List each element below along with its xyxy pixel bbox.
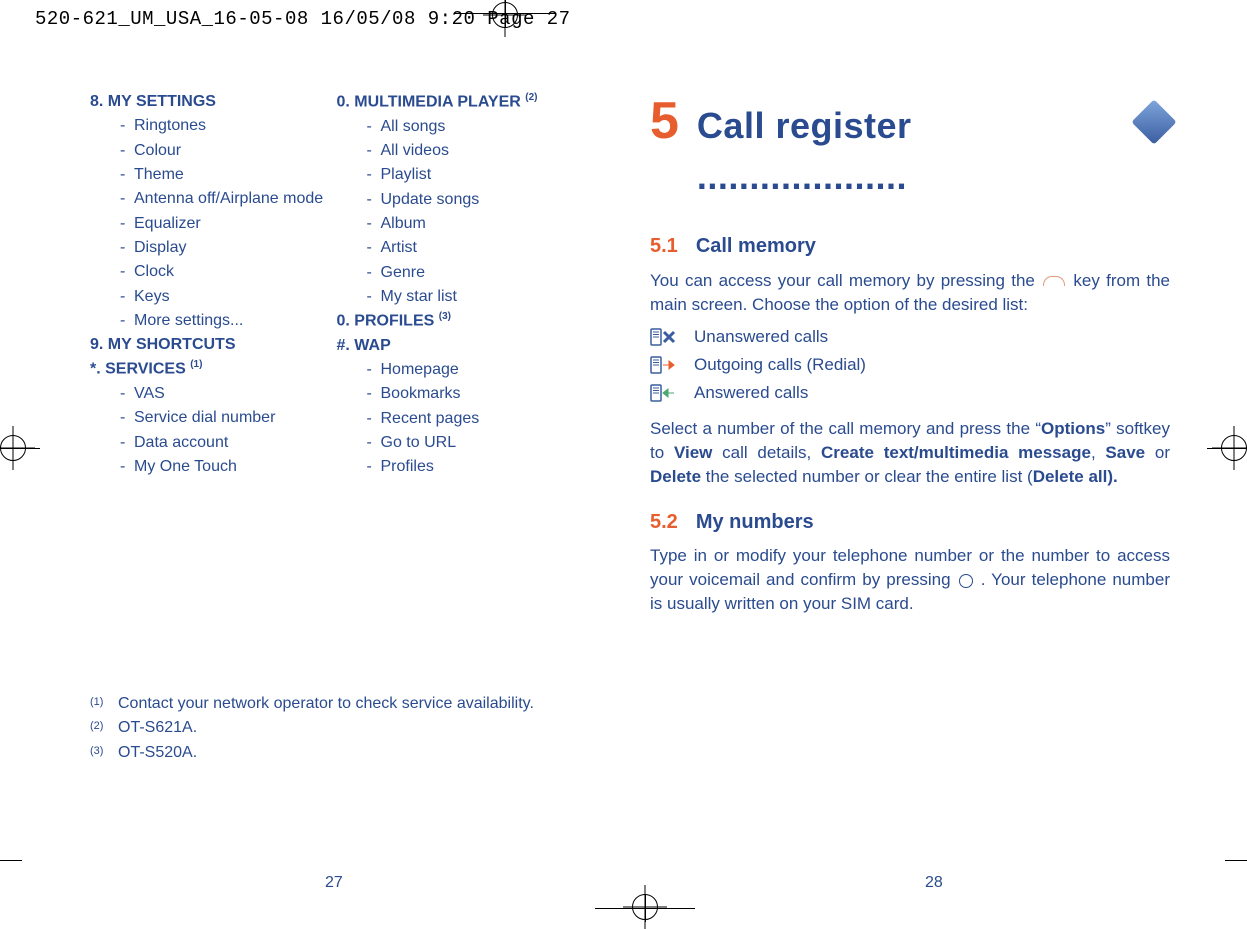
subhead-5-1: 5.1 Call memory (650, 232, 1170, 260)
section-star-items: VAS Service dial number Data account My … (90, 382, 329, 479)
list-item: Ringtones (120, 114, 329, 138)
ok-key-icon (959, 574, 973, 588)
footnote-text: OT-S621A. (118, 716, 197, 740)
paragraph: Select a number of the call memory and p… (650, 417, 1170, 489)
section-0a-items: All songs All videos Playlist Update son… (337, 115, 576, 310)
chapter-icon (1131, 99, 1176, 144)
list-item: Recent pages (367, 407, 576, 431)
side-mark (1225, 860, 1247, 861)
chapter-heading: 5 Call register .................... (650, 95, 1170, 202)
paragraph: Type in or modify your telephone number … (650, 544, 1170, 616)
list-item: Keys (120, 285, 329, 309)
section-wap-title: #. WAP (337, 334, 576, 358)
list-item: Album (367, 212, 576, 236)
side-mark (0, 448, 40, 449)
bold: Options (1041, 419, 1105, 438)
call-list-item: Unanswered calls (650, 325, 1170, 349)
subhead-title: Call memory (696, 235, 816, 257)
list-item: Genre (367, 261, 576, 285)
list-item: Update songs (367, 188, 576, 212)
footnote-num: (1) (90, 692, 104, 716)
section-wap-items: Homepage Bookmarks Recent pages Go to UR… (337, 358, 576, 480)
list-item: Homepage (367, 358, 576, 382)
section-0a-title: 0. MULTIMEDIA PLAYER (2) (337, 90, 576, 115)
footnotes: (1) Contact your network operator to chec… (90, 692, 534, 765)
missed-call-icon (650, 328, 678, 346)
label: Outgoing calls (Redial) (694, 353, 866, 377)
list-item: Artist (367, 236, 576, 260)
footnote-num: (2) (90, 716, 104, 740)
list-item: All songs (367, 115, 576, 139)
list-item: Display (120, 236, 329, 260)
subhead-num: 5.2 (650, 511, 678, 533)
call-list-item: Answered calls (650, 381, 1170, 405)
list-item: Profiles (367, 455, 576, 479)
page-number-28: 28 (925, 874, 943, 892)
list-item: Equalizer (120, 212, 329, 236)
text: You can access your call memory by press… (650, 271, 1041, 290)
subhead-5-2: 5.2 My numbers (650, 508, 1170, 536)
text: or (1145, 443, 1170, 462)
bold: Create text/multimedia message (821, 443, 1091, 462)
footnote-text: Contact your network operator to check s… (118, 692, 534, 716)
list-item: More settings... (120, 309, 329, 333)
label: 0. PROFILES (337, 312, 439, 329)
section-0b-title: 0. PROFILES (3) (337, 309, 576, 334)
list-item: Colour (120, 139, 329, 163)
list-item: Service dial number (120, 406, 329, 430)
bold: Delete (650, 467, 701, 486)
bold: Save (1105, 443, 1145, 462)
call-list-item: Outgoing calls (Redial) (650, 353, 1170, 377)
list-item: VAS (120, 382, 329, 406)
section-star-title: *. SERVICES (1) (90, 357, 329, 382)
list-item: Theme (120, 163, 329, 187)
bold: View (674, 443, 712, 462)
outgoing-call-icon (650, 356, 678, 374)
registration-mark-bottom (632, 894, 658, 920)
call-key-icon (1043, 276, 1065, 286)
text: , (1091, 443, 1105, 462)
subhead-num: 5.1 (650, 235, 678, 257)
section-8-items: Ringtones Colour Theme Antenna off/Airpl… (90, 114, 329, 333)
side-mark (0, 860, 22, 861)
footnote-ref: (2) (525, 92, 537, 103)
bold: Delete all). (1033, 467, 1118, 486)
chapter-title: Call register .................... (697, 100, 1120, 202)
list-item: Playlist (367, 163, 576, 187)
footnote-num: (3) (90, 741, 104, 765)
page-number-27: 27 (325, 874, 343, 892)
answered-call-icon (650, 384, 678, 402)
section-9-title: 9. MY SHORTCUTS (90, 333, 329, 357)
label: *. SERVICES (90, 361, 190, 378)
page-27: 8. MY SETTINGS Ringtones Colour Theme An… (90, 90, 575, 830)
subhead-title: My numbers (696, 511, 814, 533)
side-mark (1207, 448, 1247, 449)
section-8-title: 8. MY SETTINGS (90, 90, 329, 114)
list-item: Data account (120, 431, 329, 455)
footnote-ref: (3) (439, 311, 451, 322)
footnote-text: OT-S520A. (118, 741, 197, 765)
list-item: Go to URL (367, 431, 576, 455)
label: Answered calls (694, 381, 808, 405)
label: Unanswered calls (694, 325, 828, 349)
text: the selected number or clear the entire … (701, 467, 1033, 486)
list-item: All videos (367, 139, 576, 163)
list-item: My star list (367, 285, 576, 309)
text: call details, (712, 443, 821, 462)
list-item: My One Touch (120, 455, 329, 479)
label: 0. MULTIMEDIA PLAYER (337, 93, 526, 110)
print-file-info: 520-621_UM_USA_16-05-08 16/05/08 9:20 Pa… (35, 8, 571, 30)
text: Select a number of the call memory and p… (650, 419, 1041, 438)
paragraph: You can access your call memory by press… (650, 269, 1170, 317)
list-item: Clock (120, 260, 329, 284)
chapter-number: 5 (650, 95, 679, 147)
call-type-list: Unanswered calls Outgoing calls (Redial) (650, 325, 1170, 405)
footnote-ref: (1) (190, 359, 202, 370)
list-item: Bookmarks (367, 382, 576, 406)
list-item: Antenna off/Airplane mode (120, 187, 329, 211)
page-28: 5 Call register .................... 5.1… (650, 95, 1170, 815)
